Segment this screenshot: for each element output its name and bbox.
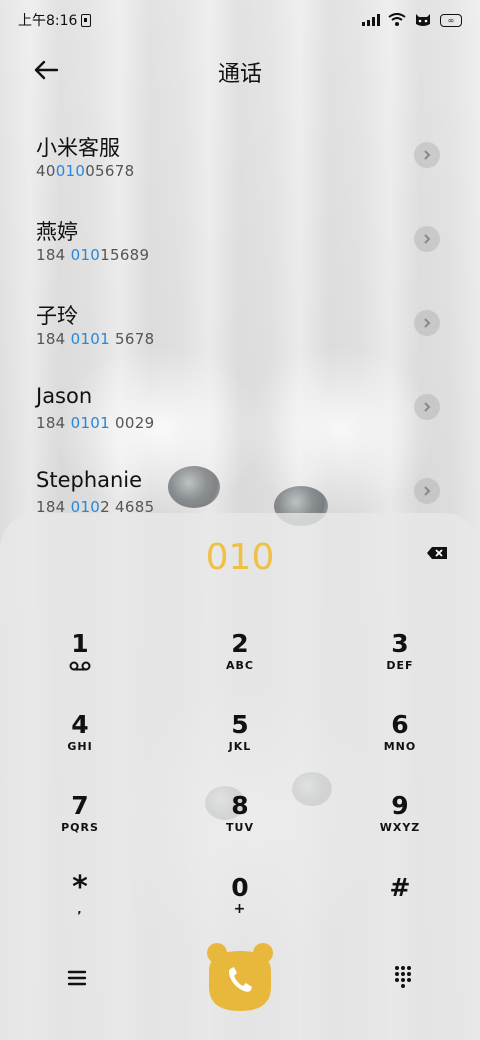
key-digit: 7 [71,791,89,820]
key-digit: 6 [391,710,409,739]
number-prefix: 184 [36,246,71,264]
status-left: 上午8:16 [18,10,92,30]
chevron-right-icon [424,402,431,412]
contact-item[interactable]: 小米客服 4001005678 [0,112,480,196]
voicemail-icon [69,661,91,671]
number-prefix: 40 [36,162,56,180]
contact-name: 小米客服 [36,136,120,160]
header: 通话 [0,40,480,100]
status-bar: 上午8:16 ∞ [0,0,480,40]
number-match: 010 [55,162,86,180]
contact-number: 4001005678 [36,162,134,180]
number-suffix: 5678 [109,330,155,348]
dial-input[interactable]: 010 [0,537,480,578]
key-star[interactable]: * , [20,873,140,943]
number-prefix: 184 [36,414,71,432]
status-right: ∞ [362,12,462,28]
contact-number: 184 01015689 [36,246,149,264]
number-suffix: 15689 [100,246,150,264]
call-button[interactable] [203,941,277,1013]
key-6[interactable]: 6 MNO [340,710,460,780]
key-letters: + [233,901,247,917]
key-digit: * [72,870,88,905]
key-digit: 4 [71,710,89,739]
contact-number: 184 0101 0029 [36,414,154,432]
chevron-right-icon [424,234,431,244]
contact-item[interactable]: 子玲 184 0101 5678 [0,280,480,364]
chevron-right-icon [424,486,431,496]
contact-detail-button[interactable] [414,478,440,504]
contact-number: 184 0101 5678 [36,330,154,348]
key-digit: 3 [391,629,409,658]
key-letters: JKL [228,740,252,753]
page-title: 通话 [217,62,262,87]
key-2[interactable]: 2 ABC [180,629,300,699]
number-prefix: 184 [36,330,71,348]
key-0[interactable]: 0 + [180,873,300,943]
key-digit: # [389,873,411,902]
cat-icon [416,14,430,26]
chevron-right-icon [424,318,431,328]
key-3[interactable]: 3 DEF [340,629,460,699]
signal-icon [362,14,380,26]
key-letters: GHI [67,740,93,753]
key-9[interactable]: 9 WXYZ [340,791,460,861]
bottom-bar [0,941,480,1021]
dialer-panel: 010 1 2 ABC 3 DEF 4 GHI 5 JKL 6 MNO 7 PQ… [0,513,480,1040]
contact-name: Stephanie [36,468,143,492]
contact-item[interactable]: 燕婷 184 01015689 [0,196,480,280]
key-1[interactable]: 1 [20,629,140,699]
key-letters: MNO [383,740,417,753]
contact-list: 小米客服 4001005678 燕婷 184 01015689 子玲 184 0… [0,112,480,532]
number-suffix: 05678 [85,162,135,180]
key-letters: PQRS [61,821,99,834]
key-5[interactable]: 5 JKL [180,710,300,780]
key-hash[interactable]: # [340,873,460,943]
battery-icon: ∞ [440,13,462,27]
key-digit: 0 [231,873,249,902]
key-8[interactable]: 8 TUV [180,791,300,861]
chevron-right-icon [424,150,431,160]
key-letters: , [77,903,83,916]
dialpad-icon [395,966,411,988]
number-match: 0101 [70,330,110,348]
menu-button[interactable] [64,965,90,991]
key-7[interactable]: 7 PQRS [20,791,140,861]
key-letters: WXYZ [379,821,421,834]
contact-detail-button[interactable] [414,142,440,168]
key-digit: 9 [391,791,409,820]
key-digit: 1 [71,629,89,658]
number-match: 010 [70,246,101,264]
contact-name: Jason [36,384,93,408]
contact-detail-button[interactable] [414,310,440,336]
contact-detail-button[interactable] [414,394,440,420]
key-digit: 5 [231,710,249,739]
sim-icon [81,13,92,27]
key-letters: DEF [386,659,414,672]
key-digit: 2 [231,629,249,658]
key-digit: 8 [231,791,249,820]
contact-name: 子玲 [36,304,78,328]
key-letters: ABC [226,659,254,672]
key-letters: TUV [226,821,254,834]
contact-detail-button[interactable] [414,226,440,252]
contact-item[interactable]: Jason 184 0101 0029 [0,364,480,448]
phone-icon [207,943,273,1011]
number-match: 0101 [70,414,110,432]
menu-icon [67,970,87,986]
number-suffix: 0029 [109,414,155,432]
contact-name: 燕婷 [36,220,78,244]
status-time: 上午8:16 [18,13,78,29]
backspace-button[interactable] [426,545,450,563]
backspace-icon [427,547,447,559]
key-4[interactable]: 4 GHI [20,710,140,780]
dialpad-toggle-button[interactable] [390,963,416,989]
wifi-icon [388,13,406,26]
